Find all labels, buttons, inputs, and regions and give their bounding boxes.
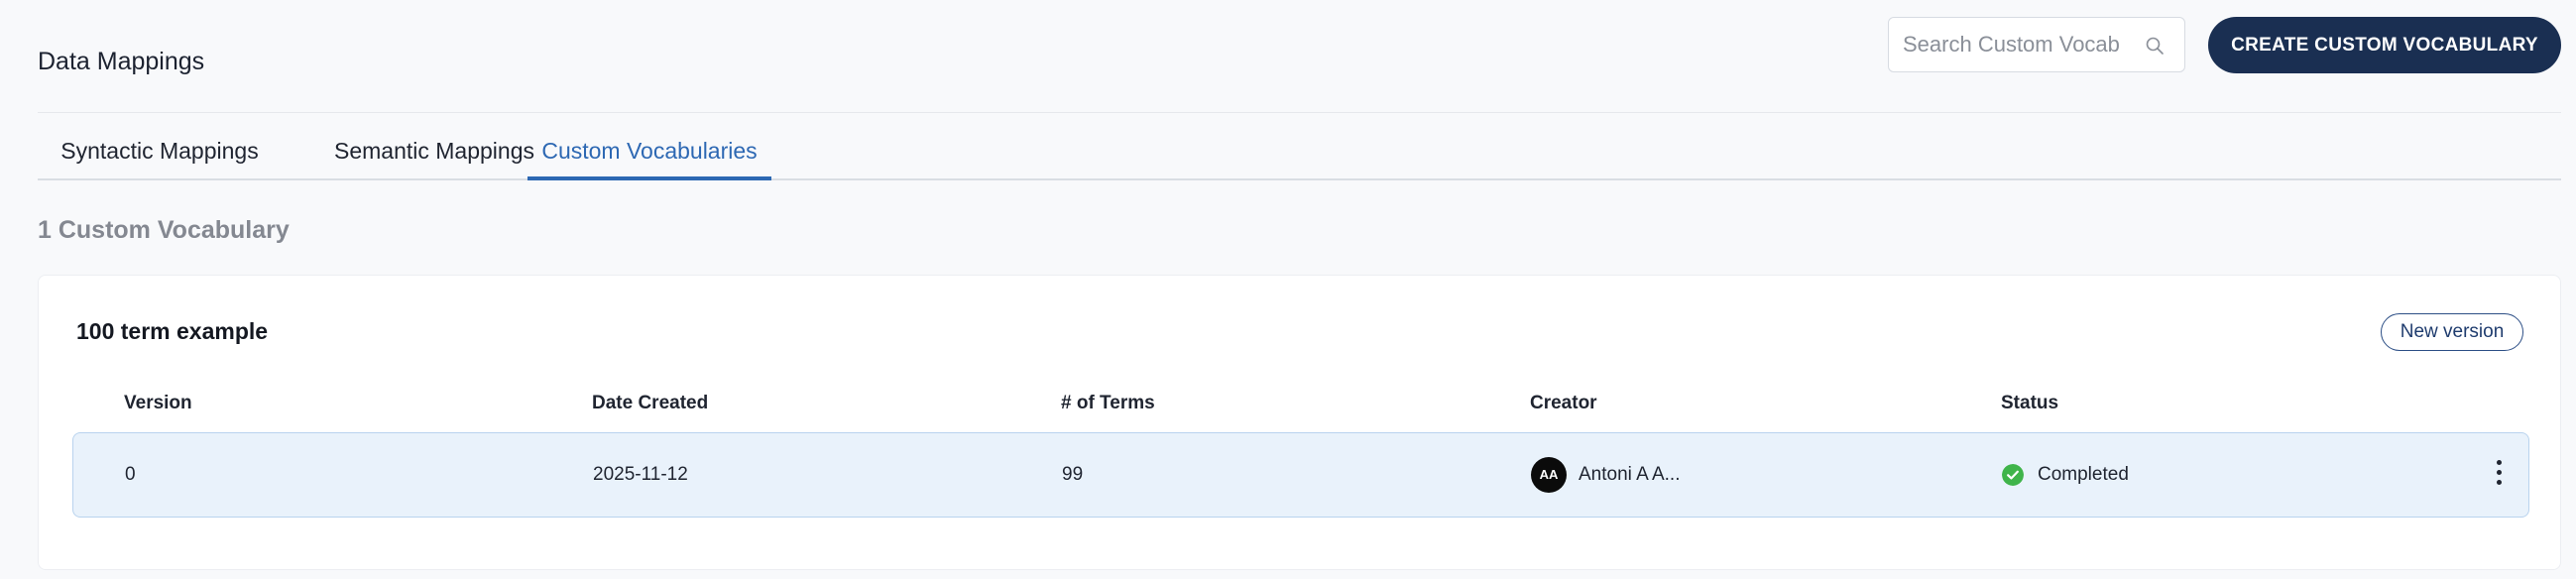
column-header-date-created: Date Created [592,393,709,413]
version-cell: 0 [125,464,136,485]
column-header-creator: Creator [1530,393,1597,413]
search-box[interactable] [1888,17,2185,72]
vocabulary-count-heading: 1 Custom Vocabulary [38,216,290,244]
avatar: AA [1531,457,1567,493]
column-header-terms: # of Terms [1061,393,1155,413]
create-custom-vocabulary-button[interactable]: CREATE CUSTOM VOCABULARY [2208,17,2561,73]
status-badge: Completed [2038,464,2129,485]
terms-cell: 99 [1062,464,1084,485]
table-row[interactable]: 0 2025-11-12 99 AA Antoni A A... Complet… [72,432,2529,518]
column-header-status: Status [2001,393,2059,413]
vocabulary-card: 100 term example New version Version Dat… [38,275,2561,570]
more-vertical-icon[interactable] [2491,457,2507,493]
date-created-cell: 2025-11-12 [593,464,688,485]
check-circle-icon [2002,464,2024,486]
tab-syntactic-mappings[interactable]: Syntactic Mappings [38,127,282,178]
search-icon[interactable] [2145,36,2165,56]
data-mappings-page: Data Mappings CREATE CUSTOM VOCABULARY S… [0,0,2576,579]
page-title: Data Mappings [38,48,205,75]
vocabulary-title: 100 term example [76,318,269,344]
tab-bar: Syntactic Mappings Semantic Mappings Cus… [38,127,2561,180]
search-input[interactable] [1889,18,2127,71]
tab-semantic-mappings[interactable]: Semantic Mappings [305,127,563,178]
header-divider [38,112,2561,113]
creator-name: Antoni A A... [1579,464,1681,485]
new-version-button[interactable]: New version [2381,313,2523,351]
column-header-version: Version [124,393,192,413]
tab-custom-vocabularies[interactable]: Custom Vocabularies [527,127,771,180]
